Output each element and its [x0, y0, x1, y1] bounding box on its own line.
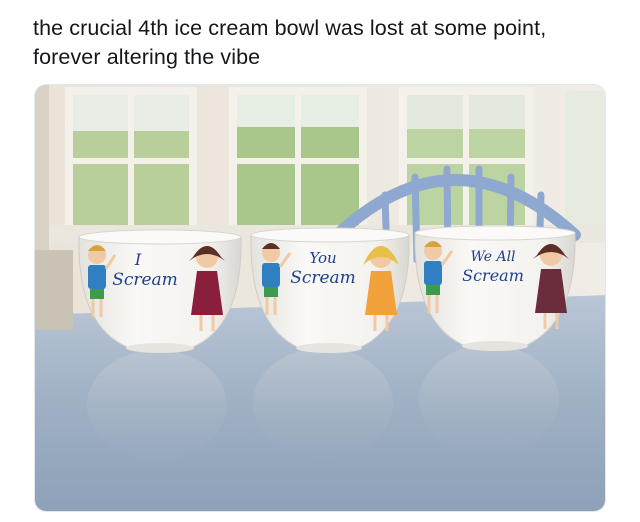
caption-line-2: forever altering the vibe: [33, 45, 261, 69]
window-middle: [229, 87, 367, 235]
table-corner: [35, 250, 73, 330]
bowl-1-text-line2: Scream: [112, 270, 178, 290]
window-far-right: [565, 91, 605, 231]
photo-scene: I Scream You Scream We All Scream: [35, 85, 605, 511]
post-caption: the crucial 4th ice cream bowl was lost …: [33, 14, 623, 72]
caption-line-1: the crucial 4th ice cream bowl was lost …: [33, 16, 547, 40]
bowl-1-text-line1: I: [134, 250, 142, 269]
bowl-2-text-line2: Scream: [290, 268, 356, 288]
bowl-reflections: [87, 345, 559, 460]
bowl-2-text-line1: You: [309, 249, 336, 267]
post-photo[interactable]: I Scream You Scream We All Scream: [34, 84, 606, 512]
bowl-3-text-line2: Scream: [462, 266, 524, 285]
bowl-3-text-line1: We All: [470, 249, 515, 265]
window-left: [65, 87, 197, 235]
